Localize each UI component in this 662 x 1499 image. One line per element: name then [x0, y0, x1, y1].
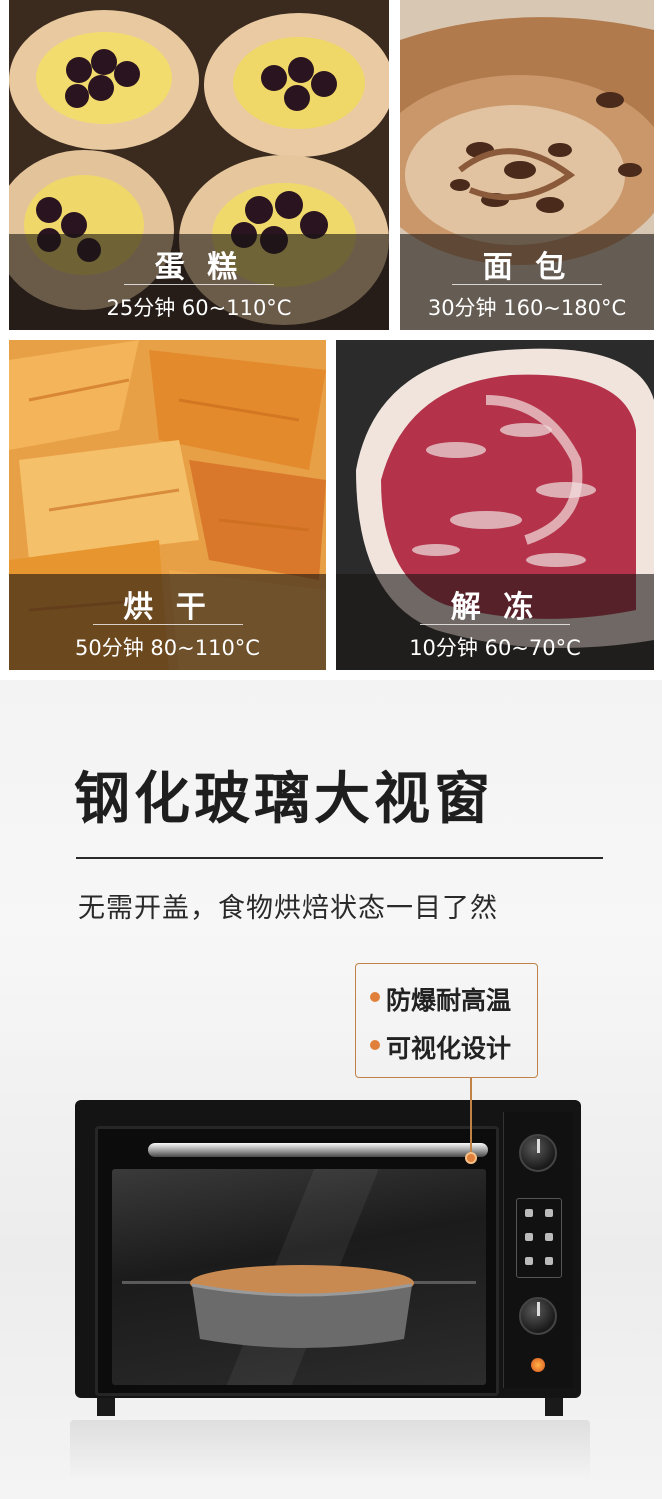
food-caption: 烘 干 50分钟 80~110°C — [9, 574, 326, 670]
power-light-icon — [531, 1358, 545, 1372]
oven-handle — [148, 1143, 488, 1157]
callout-dot-icon — [465, 1152, 477, 1164]
oven-door — [95, 1126, 499, 1396]
mode-indicator-panel — [516, 1198, 562, 1278]
bullet-dot-icon — [370, 1040, 380, 1050]
callout-line — [470, 1078, 472, 1158]
feature-label: 可视化设计 — [386, 1034, 512, 1063]
headline-divider — [76, 857, 603, 859]
food-time-temp: 10分钟 60~70°C — [409, 636, 581, 660]
food-name: 蛋 糕 — [154, 250, 244, 285]
caption-divider — [92, 624, 243, 625]
food-caption: 蛋 糕 25分钟 60~110°C — [9, 234, 389, 330]
feature-label: 防爆耐高温 — [386, 986, 512, 1015]
food-name: 烘 干 — [123, 590, 212, 625]
toaster-oven — [75, 1100, 581, 1416]
caption-divider — [452, 284, 602, 285]
oven-reflection — [70, 1420, 590, 1480]
food-grid: 蛋 糕 25分钟 60~110°C 面 包 30分钟 160~180°C 烘 干… — [0, 0, 662, 680]
food-time-temp: 50分钟 80~110°C — [75, 636, 260, 660]
food-tile-dry: 烘 干 50分钟 80~110°C — [9, 340, 326, 670]
bullet-dot-icon — [370, 992, 380, 1002]
food-caption: 解 冻 10分钟 60~70°C — [336, 574, 654, 670]
glass-window-section: 钢化玻璃大视窗 无需开盖，食物烘焙状态一目了然 防爆耐高温 可视化设计 — [0, 680, 662, 1499]
feature-item: 防爆耐高温 — [356, 978, 537, 1018]
caption-divider — [124, 284, 274, 285]
food-tile-thaw: 解 冻 10分钟 60~70°C — [336, 340, 654, 670]
section-headline: 钢化玻璃大视窗 — [74, 767, 494, 832]
oven-foot — [97, 1398, 115, 1416]
section-subline: 无需开盖，食物烘焙状态一目了然 — [78, 893, 498, 924]
food-caption: 面 包 30分钟 160~180°C — [400, 234, 654, 330]
food-time-temp: 25分钟 60~110°C — [106, 296, 292, 320]
timer-knob[interactable] — [519, 1297, 557, 1335]
food-name: 面 包 — [482, 250, 572, 285]
food-time-temp: 30分钟 160~180°C — [427, 296, 627, 320]
feature-callout: 防爆耐高温 可视化设计 — [355, 963, 538, 1078]
oven-foot — [545, 1398, 563, 1416]
temperature-knob[interactable] — [519, 1134, 557, 1172]
glass-window — [112, 1169, 486, 1385]
food-tile-bread: 面 包 30分钟 160~180°C — [400, 0, 654, 330]
control-panel — [503, 1112, 573, 1388]
food-name: 解 冻 — [450, 590, 540, 625]
food-tile-cake: 蛋 糕 25分钟 60~110°C — [9, 0, 389, 330]
caption-divider — [420, 624, 570, 625]
cake-pan-icon — [190, 1265, 414, 1348]
feature-item: 可视化设计 — [356, 1026, 537, 1066]
